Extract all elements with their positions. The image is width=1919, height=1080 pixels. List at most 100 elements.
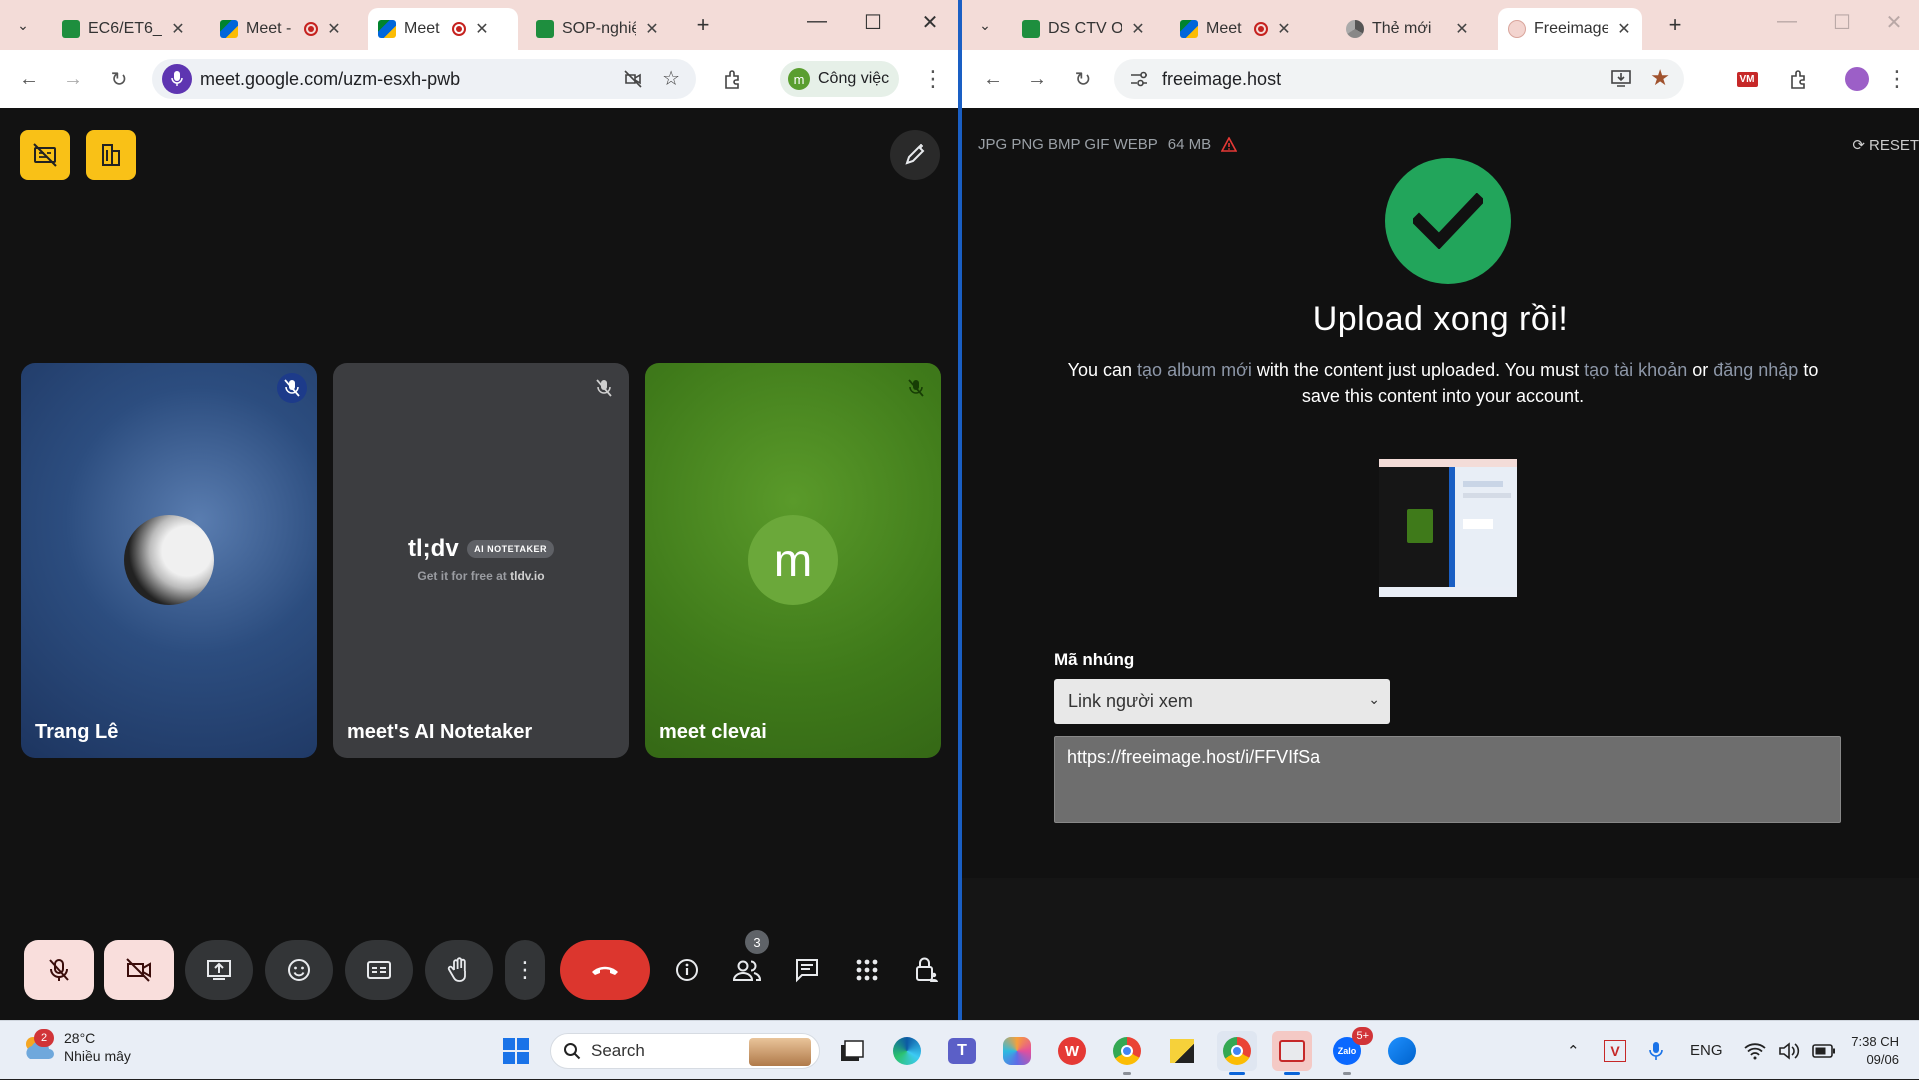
new-tab-button[interactable]: + — [690, 12, 716, 38]
wps-app[interactable]: W — [1052, 1031, 1092, 1071]
chrome-menu-icon[interactable]: ⋮ — [1882, 64, 1912, 94]
new-tab-button[interactable]: + — [1662, 12, 1688, 38]
tab-sheet-sop[interactable]: SOP-nghiệ ✕ — [526, 8, 670, 50]
profile-avatar-icon[interactable] — [1842, 64, 1872, 94]
tab-search-button[interactable]: ⌄ — [972, 12, 998, 38]
bookmark-star-icon[interactable]: ★ — [1650, 65, 1670, 91]
snipping-tool-app[interactable] — [1272, 1031, 1312, 1075]
maximize-button[interactable]: ☐ — [1822, 10, 1862, 35]
zalo-app[interactable]: Zalo 5+ — [1327, 1027, 1373, 1075]
camera-off-icon[interactable] — [622, 68, 644, 95]
participant-tile-clevai[interactable]: m meet clevai — [645, 363, 941, 758]
captions-off-button[interactable] — [20, 130, 70, 180]
tab-freeimage-active[interactable]: Freeimage ✕ — [1498, 8, 1642, 50]
close-tab-icon[interactable]: ✕ — [474, 19, 490, 39]
tab-sheet-ec6[interactable]: EC6/ET6_C ✕ — [52, 8, 196, 50]
chat-button[interactable] — [785, 940, 829, 1000]
sticky-notes-app[interactable] — [1162, 1031, 1202, 1071]
back-button[interactable]: ← — [978, 64, 1008, 94]
vm-extension-icon[interactable]: VM — [1732, 64, 1762, 94]
login-link[interactable]: đăng nhập — [1713, 360, 1798, 380]
edit-pencil-button[interactable] — [890, 130, 940, 180]
create-album-link[interactable]: tạo album mới — [1137, 360, 1252, 380]
weather-widget[interactable]: 2 28°C Nhiều mây — [20, 1029, 131, 1065]
formats-text: JPG PNG BMP GIF WEBP — [978, 136, 1158, 153]
upload-limits: JPG PNG BMP GIF WEBP 64 MB — [978, 136, 1238, 153]
close-tab-icon[interactable]: ✕ — [1130, 19, 1146, 39]
present-screen-button[interactable] — [185, 940, 253, 1000]
teams-app[interactable]: T — [942, 1031, 982, 1071]
tab-new[interactable]: Thẻ mới ✕ — [1336, 8, 1480, 50]
task-view-button[interactable] — [832, 1031, 872, 1071]
back-button[interactable]: ← — [14, 64, 44, 94]
reload-button[interactable]: ↻ — [1068, 64, 1098, 94]
reactions-button[interactable] — [265, 940, 333, 1000]
tldv-logo: tl;dv AI NOTETAKER Get it for free at tl… — [333, 535, 629, 583]
windows-logo-icon — [503, 1038, 529, 1064]
more-options-button[interactable]: ⋮ — [505, 940, 545, 1000]
taskbar-search[interactable]: Search — [550, 1033, 820, 1069]
system-clock[interactable]: 7:38 CH 09/06 — [1851, 1033, 1899, 1069]
end-call-button[interactable] — [560, 940, 650, 1000]
close-tab-icon[interactable]: ✕ — [644, 19, 660, 39]
close-tab-icon[interactable]: ✕ — [1276, 19, 1292, 39]
language-indicator[interactable]: ENG — [1690, 1021, 1723, 1080]
chrome-menu-icon[interactable]: ⋮ — [918, 64, 948, 94]
address-bar[interactable]: meet.google.com/uzm-esxh-pwb ☆ — [152, 59, 696, 99]
messenger-app[interactable] — [1382, 1031, 1422, 1071]
close-tab-icon[interactable]: ✕ — [1616, 19, 1632, 39]
start-button[interactable] — [496, 1031, 536, 1071]
forward-button[interactable]: → — [58, 64, 88, 94]
reload-button[interactable]: ↻ — [104, 64, 134, 94]
close-tab-icon[interactable]: ✕ — [170, 19, 186, 39]
quick-settings[interactable] — [1744, 1021, 1836, 1080]
copilot-app[interactable] — [997, 1031, 1037, 1071]
close-tab-icon[interactable]: ✕ — [1454, 19, 1470, 39]
v-icon: V — [1604, 1039, 1626, 1062]
people-button[interactable]: 3 — [725, 930, 769, 1000]
meeting-info-button[interactable] — [665, 940, 709, 1000]
tab-sheet-ds-ctv[interactable]: DS CTV OF ✕ — [1012, 8, 1156, 50]
vietkey-tray-app[interactable]: V — [1604, 1021, 1626, 1080]
extensions-icon[interactable] — [1784, 64, 1814, 94]
participant-tile-trang[interactable]: Trang Lê — [21, 363, 317, 758]
tab-search-button[interactable]: ⌄ — [10, 12, 36, 38]
tab-meet[interactable]: Meet - ✕ — [1170, 8, 1302, 50]
maximize-button[interactable]: ☐ — [853, 10, 893, 35]
bookmark-star-icon[interactable]: ☆ — [662, 66, 680, 91]
layout-button[interactable] — [86, 130, 136, 180]
mic-toggle-button[interactable] — [24, 940, 94, 1000]
extensions-icon[interactable] — [718, 64, 748, 94]
close-tab-icon[interactable]: ✕ — [326, 19, 342, 39]
show-hidden-icons[interactable]: ⌃ — [1567, 1021, 1580, 1080]
activities-button[interactable] — [845, 940, 889, 1000]
host-controls-button[interactable] — [905, 940, 949, 1000]
uploaded-image-thumbnail[interactable] — [1379, 459, 1517, 597]
embed-type-select[interactable]: Link người xem ⌄ — [1054, 679, 1390, 724]
camera-toggle-button[interactable] — [104, 940, 174, 1000]
participant-name: meet's AI Notetaker — [347, 721, 533, 743]
raise-hand-button[interactable] — [425, 940, 493, 1000]
participant-tile-notetaker[interactable]: tl;dv AI NOTETAKER Get it for free at tl… — [333, 363, 629, 758]
windows-taskbar: 2 28°C Nhiều mây Search T W Zalo 5+ ⌃ V … — [0, 1020, 1919, 1079]
forward-button[interactable]: → — [1022, 64, 1052, 94]
embed-code-textarea[interactable]: https://freeimage.host/i/FFVIfSa — [1054, 736, 1841, 823]
microphone-tray[interactable] — [1648, 1021, 1664, 1080]
tab-meet-1[interactable]: Meet - ✕ — [210, 8, 352, 50]
chrome-profile-app[interactable] — [1107, 1031, 1147, 1075]
install-app-icon[interactable] — [1610, 67, 1632, 94]
reset-button[interactable]: ⟳ RESET — [1852, 136, 1919, 155]
chrome-app-active[interactable] — [1217, 1031, 1257, 1075]
tab-meet-active[interactable]: Meet - ✕ — [368, 8, 518, 50]
minimize-button[interactable]: — — [1767, 10, 1807, 33]
edge-app[interactable] — [887, 1031, 927, 1071]
minimize-button[interactable]: — — [797, 10, 837, 33]
tab-label: Meet - — [404, 20, 444, 37]
create-account-link[interactable]: tạo tài khoản — [1584, 360, 1687, 380]
profile-chip[interactable]: m Công việc — [780, 61, 900, 97]
close-window-button[interactable]: ✕ — [1874, 10, 1914, 35]
close-window-button[interactable]: ✕ — [910, 10, 950, 35]
address-bar[interactable]: freeimage.host ★ — [1114, 59, 1684, 99]
sheets-icon — [1022, 20, 1040, 38]
captions-button[interactable] — [345, 940, 413, 1000]
